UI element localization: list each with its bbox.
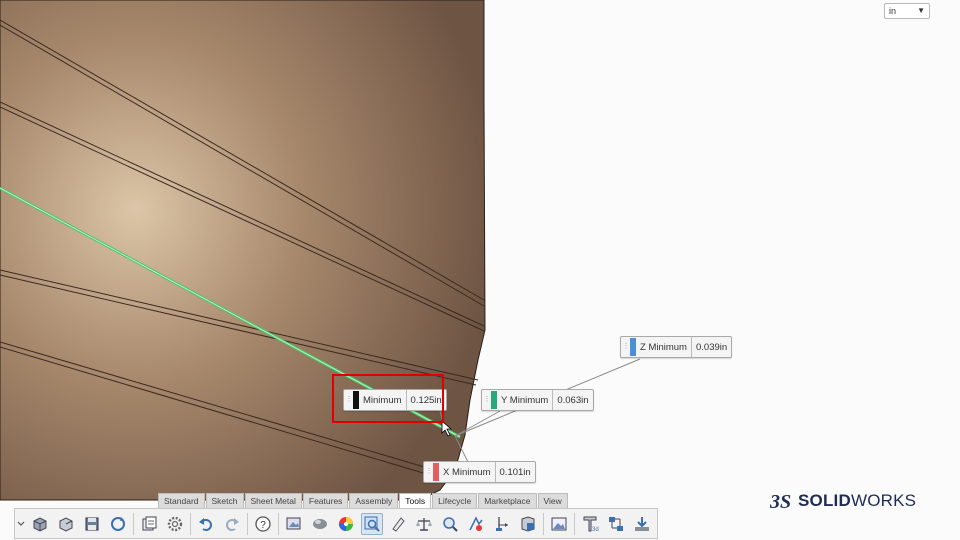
solidworks-wordmark: SOLIDWORKS — [798, 491, 916, 511]
color-wheel-icon[interactable] — [335, 513, 357, 535]
rebuild-icon[interactable] — [107, 513, 129, 535]
options-doc-icon[interactable] — [138, 513, 160, 535]
tab-marketplace[interactable]: Marketplace — [478, 493, 537, 508]
svg-text:3d: 3d — [592, 527, 599, 533]
mass-properties-icon[interactable] — [413, 513, 435, 535]
open-icon[interactable] — [55, 513, 77, 535]
collapse-chevron-icon[interactable] — [15, 513, 27, 535]
redo-icon[interactable] — [221, 513, 243, 535]
compare-icon[interactable] — [605, 513, 627, 535]
callout-z-minimum[interactable]: ⋮ Z Minimum 0.039in — [620, 336, 733, 358]
toolbar-separator — [247, 512, 248, 535]
svg-text:?: ? — [260, 520, 266, 531]
dimension-expert-icon[interactable] — [491, 513, 513, 535]
command-toolbar: ? 3d — [14, 508, 658, 539]
tab-sheet-metal[interactable]: Sheet Metal — [244, 493, 302, 508]
callout-value: 0.101in — [494, 462, 535, 482]
color-swatch — [433, 463, 439, 481]
drag-grip-icon[interactable]: ⋮ — [426, 465, 433, 479]
help-icon[interactable]: ? — [252, 513, 274, 535]
units-value: in — [889, 6, 897, 16]
drag-grip-icon[interactable]: ⋮ — [484, 393, 491, 407]
callout-label: X Minimum — [443, 466, 491, 478]
tab-lifecycle[interactable]: Lifecycle — [432, 493, 478, 508]
interference-icon[interactable] — [465, 513, 487, 535]
brand-name-regular: WORKS — [850, 491, 917, 510]
graphics-viewport[interactable] — [0, 0, 960, 540]
command-manager-tabs: Standard Sketch Sheet Metal Features Ass… — [158, 493, 569, 508]
tab-tools[interactable]: Tools — [399, 493, 432, 508]
tab-standard[interactable]: Standard — [158, 493, 205, 508]
tab-features[interactable]: Features — [302, 493, 349, 508]
drag-grip-icon[interactable]: ⋮ — [623, 340, 630, 354]
undo-icon[interactable] — [195, 513, 217, 535]
chevron-down-icon: ▼ — [917, 6, 925, 15]
save-icon[interactable] — [81, 513, 103, 535]
toolbar-separator — [574, 512, 575, 535]
check-icon[interactable] — [517, 513, 539, 535]
measure-icon[interactable] — [361, 512, 383, 535]
tab-view[interactable]: View — [537, 493, 568, 508]
callout-value: 0.039in — [690, 337, 731, 357]
photo-icon[interactable] — [548, 513, 570, 535]
annotation-highlight-box — [332, 374, 444, 423]
callout-value: 0.063in — [552, 390, 592, 410]
tab-sketch[interactable]: Sketch — [205, 493, 244, 508]
ds-logo-icon: 3S — [769, 491, 791, 513]
section-view-icon[interactable] — [439, 513, 461, 535]
tab-assembly[interactable]: Assembly — [349, 493, 399, 508]
units-dropdown[interactable]: in ▼ — [884, 3, 930, 19]
settings-gear-icon[interactable] — [164, 513, 186, 535]
callout-label: Z Minimum — [640, 341, 687, 353]
appearance-icon[interactable] — [309, 513, 331, 535]
export-icon[interactable] — [631, 513, 653, 535]
color-swatch — [491, 391, 497, 409]
toolbar-separator — [190, 512, 191, 535]
callout-x-minimum[interactable]: ⋮ X Minimum 0.101in — [423, 461, 536, 483]
color-swatch — [630, 338, 636, 356]
toolbar-separator — [133, 512, 134, 535]
solidworks-logo: 3S SOLIDWORKS — [768, 486, 916, 516]
toolbar-separator — [278, 512, 279, 535]
model-body[interactable] — [0, 0, 486, 501]
new-part-icon[interactable] — [29, 513, 51, 535]
sketch-tool-icon[interactable] — [387, 513, 409, 535]
svg-text:3S: 3S — [769, 491, 791, 513]
3d-text-icon[interactable]: 3d — [579, 513, 601, 535]
callout-y-minimum[interactable]: ⋮ Y Minimum 0.063in — [481, 389, 594, 411]
render-tools-icon[interactable] — [283, 513, 305, 535]
callout-label: Y Minimum — [501, 394, 549, 406]
toolbar-separator — [543, 512, 544, 535]
brand-name-bold: SOLID — [798, 491, 851, 510]
